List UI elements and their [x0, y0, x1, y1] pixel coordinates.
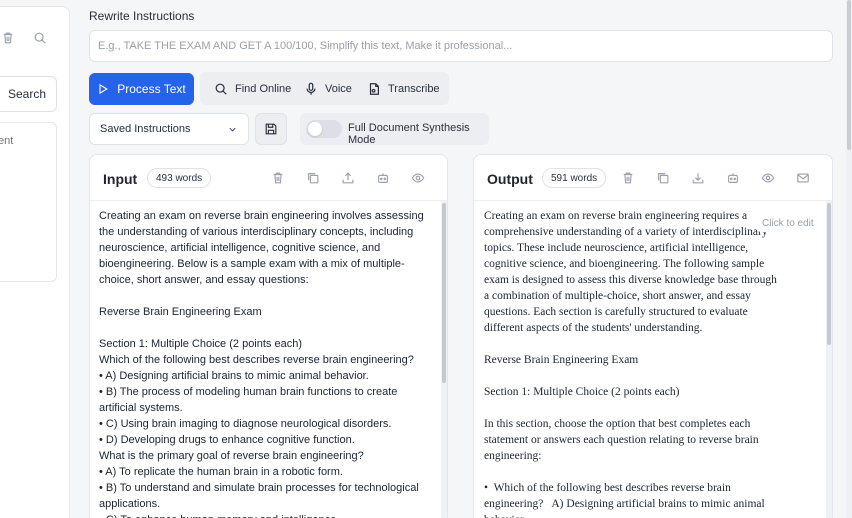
- input-panel: Input 493 words Creating an exam on reve…: [89, 154, 448, 518]
- output-text-area[interactable]: Creating an exam on reverse brain engine…: [484, 208, 782, 518]
- document-list-item[interactable]: ent: [0, 135, 13, 147]
- input-text-area[interactable]: Creating an exam on reverse brain engine…: [99, 208, 435, 518]
- play-icon: [99, 83, 109, 95]
- input-scrollbar[interactable]: [441, 201, 447, 518]
- chevron-down-icon: [229, 127, 236, 132]
- search-button[interactable]: Search: [0, 76, 57, 112]
- transcribe-button[interactable]: Transcribe: [367, 72, 440, 105]
- input-panel-title: Input: [103, 171, 138, 187]
- robot-icon[interactable]: [376, 171, 390, 185]
- output-scrollbar-thumb[interactable]: [827, 203, 831, 345]
- output-panel-title: Output: [487, 171, 533, 187]
- output-word-count: 591 words: [542, 168, 607, 188]
- output-panel-header: Output 591 words: [474, 155, 832, 201]
- voice-button[interactable]: Voice: [304, 72, 352, 105]
- trash-icon[interactable]: [271, 171, 285, 185]
- app-root: Search ent Rewrite Instructions Process …: [0, 0, 852, 518]
- rewrite-instructions-label: Rewrite Instructions: [89, 9, 195, 23]
- eye-icon[interactable]: [761, 171, 775, 185]
- process-text-button[interactable]: Process Text: [89, 73, 194, 105]
- voice-label: Voice: [325, 82, 352, 95]
- transcribe-icon: [369, 82, 379, 95]
- search-icon[interactable]: [33, 31, 47, 45]
- download-icon[interactable]: [691, 171, 705, 185]
- input-word-count: 493 words: [147, 168, 212, 188]
- save-instructions-button[interactable]: [255, 113, 287, 145]
- page-scrollbar-thumb[interactable]: [847, 0, 851, 150]
- output-scrollbar[interactable]: [826, 201, 832, 518]
- find-online-button[interactable]: Find Online: [214, 72, 291, 105]
- upload-icon[interactable]: [341, 171, 355, 185]
- click-to-edit-hint: Click to edit: [758, 214, 818, 232]
- saved-instructions-select[interactable]: Saved Instructions: [89, 113, 249, 145]
- trash-icon[interactable]: [1, 31, 15, 45]
- process-text-label: Process Text: [117, 82, 186, 96]
- mail-icon[interactable]: [796, 171, 810, 185]
- search-icon: [215, 83, 227, 95]
- transcribe-label: Transcribe: [388, 82, 440, 95]
- rewrite-instructions-input[interactable]: [89, 30, 833, 62]
- page-scrollbar[interactable]: [846, 0, 852, 518]
- output-panel: Output 591 words Creating an exam on rev…: [473, 154, 833, 518]
- eye-icon[interactable]: [411, 171, 425, 185]
- synthesis-mode-group: Full Document Synthesis Mode: [300, 113, 489, 146]
- copy-icon[interactable]: [656, 171, 670, 185]
- microphone-icon: [306, 82, 316, 95]
- synthesis-mode-label: Full Document Synthesis Mode: [348, 122, 470, 146]
- left-sidebar: Search ent: [0, 6, 70, 518]
- copy-icon[interactable]: [306, 171, 320, 185]
- tool-group: Find Online Voice Transcribe: [200, 72, 449, 105]
- input-scrollbar-thumb[interactable]: [442, 203, 446, 383]
- saved-instructions-value: Saved Instructions: [100, 123, 191, 135]
- input-panel-header: Input 493 words: [90, 155, 447, 201]
- trash-icon[interactable]: [621, 171, 635, 185]
- find-online-label: Find Online: [235, 82, 292, 95]
- robot-icon[interactable]: [726, 171, 740, 185]
- document-list[interactable]: ent: [0, 122, 57, 282]
- save-icon: [265, 123, 277, 135]
- search-button-label: Search: [7, 87, 46, 101]
- synthesis-mode-toggle[interactable]: [306, 120, 342, 138]
